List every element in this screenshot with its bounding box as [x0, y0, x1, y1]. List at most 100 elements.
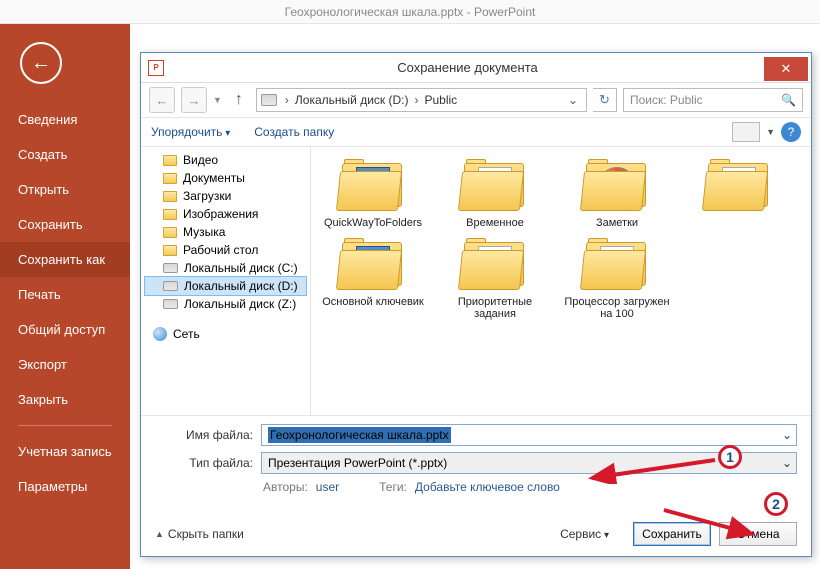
dialog-titlebar: P Сохранение документа ✕ [141, 53, 811, 83]
sidebar-item-new[interactable]: Создать [0, 137, 130, 172]
search-placeholder: Поиск: Public [630, 93, 703, 107]
tree-item[interactable]: Рабочий стол [145, 241, 306, 259]
tree-label: Видео [183, 153, 218, 167]
folder-item[interactable]: Заметки [563, 157, 671, 230]
filename-value: Геохронологическая шкала.pptx [268, 427, 451, 443]
folder-icon [163, 209, 177, 220]
arrow-right-icon: → [188, 93, 201, 108]
tree-item-network[interactable]: Сеть [145, 325, 306, 343]
close-icon: ✕ [781, 61, 792, 77]
filename-label: Имя файла: [155, 428, 261, 442]
tree-label: Локальный диск (Z:) [184, 297, 296, 311]
folder-label: Процессор загружен на 100 [563, 296, 671, 321]
filetype-value: Презентация PowerPoint (*.pptx) [268, 456, 447, 470]
crumb-folder[interactable]: Public [422, 93, 459, 107]
drive-icon [163, 263, 178, 273]
nav-up-button[interactable]: ↑ [228, 89, 250, 111]
chevron-down-icon[interactable]: ⌄ [782, 456, 792, 470]
folder-label: Заметки [596, 217, 638, 230]
arrow-up-icon: ↑ [235, 91, 243, 109]
back-button[interactable]: ← [20, 42, 62, 84]
folder-icon [582, 157, 652, 213]
service-menu[interactable]: Сервис [560, 527, 609, 541]
breadcrumb[interactable]: › Локальный диск (D:) › Public ⌄ [256, 88, 587, 112]
tree-label: Документы [183, 171, 245, 185]
organize-button[interactable]: Упорядочить [151, 125, 230, 139]
arrow-annotation [580, 454, 720, 484]
sidebar-separator [18, 425, 112, 426]
folder-item[interactable]: Приоритетные задания [441, 236, 549, 321]
folder-icon [338, 157, 408, 213]
sidebar-item-info[interactable]: Сведения [0, 102, 130, 137]
nav-back-button[interactable]: ← [149, 87, 175, 113]
author-label: Авторы: [263, 480, 308, 494]
author-value[interactable]: user [316, 480, 339, 494]
drive-icon [163, 281, 178, 291]
sidebar-item-save-as[interactable]: Сохранить как [0, 242, 130, 277]
folder-icon [163, 173, 177, 184]
crumb-drive[interactable]: Локальный диск (D:) [293, 93, 411, 107]
folder-tree: Видео Документы Загрузки Изображения Муз… [141, 147, 311, 415]
tree-item[interactable]: Локальный диск (C:) [145, 259, 306, 277]
close-button[interactable]: ✕ [764, 57, 808, 81]
help-button[interactable]: ? [781, 122, 801, 142]
tree-item[interactable]: Документы [145, 169, 306, 187]
folder-item[interactable]: Временное [441, 157, 549, 230]
main-area: P Сохранение документа ✕ ← → ▼ ↑ › Локал… [130, 24, 820, 569]
hide-folders-button[interactable]: Скрыть папки [155, 527, 244, 541]
network-icon [153, 327, 167, 341]
new-folder-button[interactable]: Создать папку [254, 125, 334, 139]
chevron-down-icon[interactable]: ▼ [766, 127, 775, 137]
filename-input[interactable]: Геохронологическая шкала.pptx ⌄ [261, 424, 797, 446]
sidebar-item-save[interactable]: Сохранить [0, 207, 130, 242]
sidebar-item-print[interactable]: Печать [0, 277, 130, 312]
tree-item[interactable]: Локальный диск (Z:) [145, 295, 306, 313]
folder-item[interactable]: Процессор загружен на 100 [563, 236, 671, 321]
annotation-1: 1 [718, 445, 742, 469]
folder-label: Основной ключевик [322, 296, 424, 309]
folder-item[interactable]: QuickWayToFolders [319, 157, 427, 230]
tree-item[interactable]: Музыка [145, 223, 306, 241]
folder-item[interactable]: Основной ключевик [319, 236, 427, 321]
filetype-label: Тип файла: [155, 456, 261, 470]
tree-label: Загрузки [183, 189, 231, 203]
folder-item[interactable] [685, 157, 793, 230]
refresh-button[interactable]: ↻ [593, 88, 617, 112]
folder-label: QuickWayToFolders [324, 217, 422, 230]
arrow-left-icon: ← [156, 93, 169, 108]
drive-icon [163, 299, 178, 309]
tree-label: Локальный диск (C:) [184, 261, 298, 275]
tree-item[interactable]: Изображения [145, 205, 306, 223]
tree-item-selected[interactable]: Локальный диск (D:) [145, 277, 306, 295]
annotation-2: 2 [764, 492, 788, 516]
chevron-down-icon[interactable]: ⌄ [782, 428, 792, 442]
tags-value[interactable]: Добавьте ключевое слово [415, 480, 560, 494]
chevron-down-icon[interactable]: ⌄ [564, 93, 582, 107]
sidebar-item-close[interactable]: Закрыть [0, 382, 130, 417]
chevron-down-icon[interactable]: ▼ [213, 95, 222, 105]
folder-icon [338, 236, 408, 292]
sidebar-item-options[interactable]: Параметры [0, 469, 130, 504]
address-bar: ← → ▼ ↑ › Локальный диск (D:) › Public ⌄… [141, 83, 811, 117]
folder-icon [582, 236, 652, 292]
drive-icon [261, 94, 277, 106]
search-icon: 🔍 [781, 93, 796, 107]
view-mode-button[interactable] [732, 122, 760, 142]
folder-label: Приоритетные задания [441, 296, 549, 321]
search-input[interactable]: Поиск: Public 🔍 [623, 88, 803, 112]
chevron-right-icon: › [412, 93, 420, 107]
sidebar-item-open[interactable]: Открыть [0, 172, 130, 207]
folder-icon [163, 245, 177, 256]
sidebar-item-account[interactable]: Учетная запись [0, 434, 130, 469]
tree-item[interactable]: Загрузки [145, 187, 306, 205]
folder-icon [163, 155, 177, 166]
folder-icon [163, 191, 177, 202]
nav-forward-button[interactable]: → [181, 87, 207, 113]
sidebar-item-share[interactable]: Общий доступ [0, 312, 130, 347]
tree-item[interactable]: Видео [145, 151, 306, 169]
tree-label: Музыка [183, 225, 225, 239]
sidebar-item-export[interactable]: Экспорт [0, 347, 130, 382]
file-list: QuickWayToFolders Временное Заметки [311, 147, 811, 415]
folder-icon [704, 157, 774, 213]
tree-label: Сеть [173, 327, 200, 341]
